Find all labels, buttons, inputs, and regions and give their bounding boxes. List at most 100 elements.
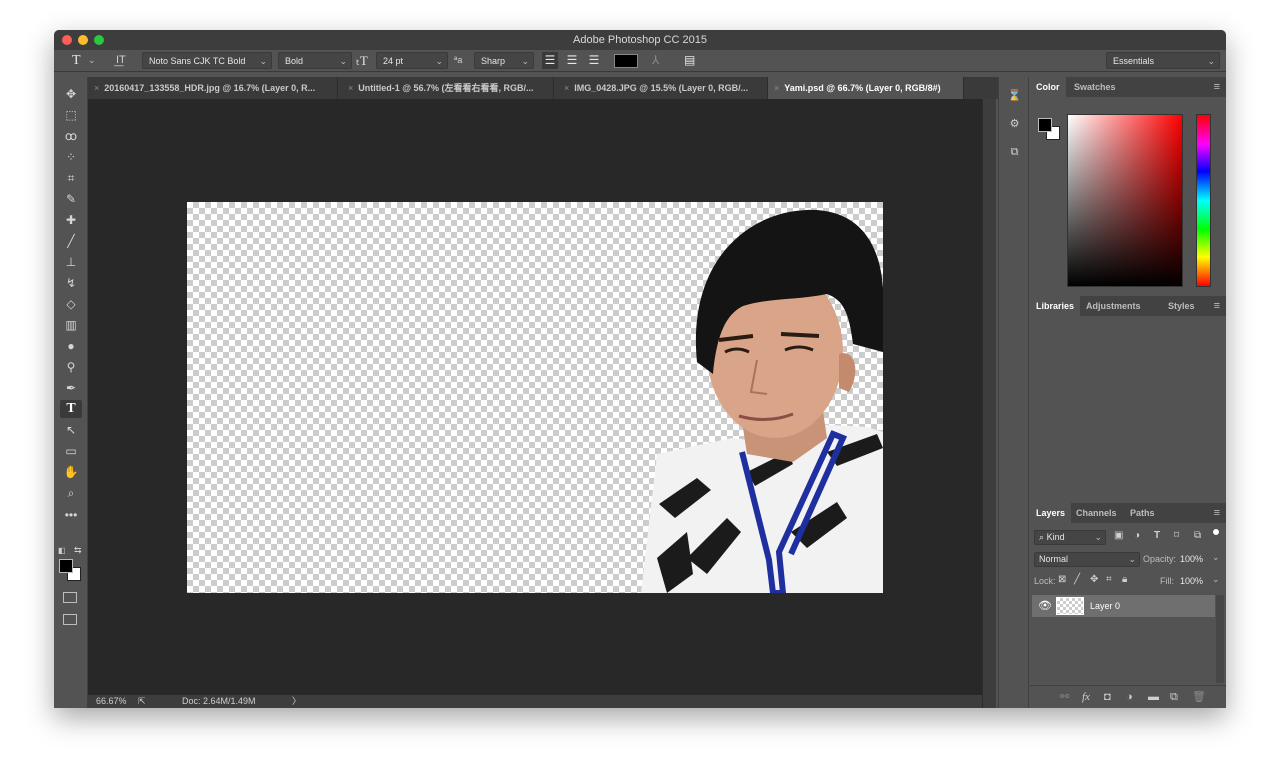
tab-swatches[interactable]: Swatches <box>1068 77 1122 97</box>
font-size-select[interactable]: 24 pt ⌄ <box>376 52 448 69</box>
eye-icon[interactable]: 👁︎ <box>1038 595 1052 617</box>
align-center-button[interactable]: ☰ <box>564 52 580 69</box>
vertical-scrollbar[interactable] <box>982 99 996 708</box>
foreground-color-swatch[interactable] <box>59 559 73 573</box>
tab-styles[interactable]: Styles <box>1162 296 1201 316</box>
document-canvas[interactable] <box>187 202 883 593</box>
lasso-tool[interactable]: ꝏ <box>60 127 82 145</box>
marquee-tool[interactable]: ⬚ <box>60 106 82 124</box>
tab-adjustments[interactable]: Adjustments <box>1080 296 1147 316</box>
panel-menu-icon[interactable]: ≡ <box>1214 77 1220 97</box>
minimize-window-button[interactable] <box>78 35 88 45</box>
font-style-select[interactable]: Bold ⌄ <box>278 52 352 69</box>
color-spectrum-field[interactable] <box>1067 114 1183 287</box>
tab-untitled-1[interactable]: × Untitled-1 @ 56.7% (左看看右看看, RGB/... <box>342 77 554 99</box>
lock-all-icon[interactable]: 🔒︎ <box>1122 574 1127 585</box>
lock-position-icon[interactable]: ✥ <box>1090 574 1098 585</box>
swap-colors-icon[interactable]: ⇆ <box>74 545 82 556</box>
toggle-text-orientation-icon[interactable]: I͟T <box>116 52 126 69</box>
tab-color[interactable]: Color <box>1030 77 1066 97</box>
filter-type-icon[interactable]: T <box>1154 530 1160 541</box>
type-tool[interactable]: T <box>60 400 82 418</box>
rectangle-tool[interactable]: ▭ <box>60 442 82 460</box>
default-colors-icon[interactable]: ◧ <box>58 546 66 555</box>
group-folder-icon[interactable]: ▬ <box>1148 686 1159 708</box>
quick-mask-icon[interactable] <box>63 592 77 603</box>
chevron-down-icon[interactable]: ⌄ <box>1212 574 1220 585</box>
tab-img-0428[interactable]: × IMG_0428.JPG @ 15.5% (Layer 0, RGB/... <box>558 77 768 99</box>
document-workspace[interactable] <box>88 99 982 695</box>
tab-paths[interactable]: Paths <box>1124 503 1161 523</box>
screen-mode-icon[interactable] <box>63 614 77 625</box>
align-right-button[interactable]: ☰ <box>586 52 602 69</box>
move-tool[interactable]: ✥ <box>60 85 82 103</box>
healing-brush-tool[interactable]: ✚ <box>60 211 82 229</box>
tab-yami-psd[interactable]: × Yami.psd @ 66.7% (Layer 0, RGB/8#) <box>768 77 964 99</box>
zoom-window-button[interactable] <box>94 35 104 45</box>
status-menu-arrow[interactable]: 〉 <box>292 695 301 708</box>
zoom-level[interactable]: 66.67% <box>96 695 127 708</box>
warp-text-icon[interactable]: ⅄ <box>652 52 659 69</box>
layer-filter-select[interactable]: ⌕ Kind ⌄ <box>1034 530 1106 545</box>
history-brush-tool[interactable]: ↯ <box>60 274 82 292</box>
brush-tool[interactable]: ╱ <box>60 232 82 250</box>
character-panel-icon[interactable]: ▤ <box>684 52 695 69</box>
close-window-button[interactable] <box>62 35 72 45</box>
hand-tool[interactable]: ✋ <box>60 463 82 481</box>
filter-pixel-icon[interactable]: ▣ <box>1114 530 1123 541</box>
lock-image-icon[interactable]: ╱ <box>1074 574 1080 585</box>
quick-selection-tool[interactable]: ⁘ <box>60 148 82 166</box>
path-selection-tool[interactable]: ↖ <box>60 421 82 439</box>
properties-icon[interactable]: ⚙ <box>1005 115 1024 133</box>
text-color-swatch[interactable] <box>614 54 638 68</box>
eyedropper-tool[interactable]: ✎ <box>60 190 82 208</box>
layer-row[interactable]: 👁︎ Layer 0 <box>1032 595 1215 617</box>
clone-stamp-tool[interactable]: ⊥ <box>60 253 82 271</box>
lock-transparent-icon[interactable]: ⊠ <box>1058 574 1066 585</box>
filter-smart-object-icon[interactable]: ⧉ <box>1194 530 1201 541</box>
tab-libraries[interactable]: Libraries <box>1030 296 1081 316</box>
eraser-tool[interactable]: ◇ <box>60 295 82 313</box>
blend-mode-select[interactable]: Normal ⌄ <box>1034 552 1140 567</box>
tab-channels[interactable]: Channels <box>1070 503 1123 523</box>
anti-alias-select[interactable]: Sharp ⌄ <box>474 52 534 69</box>
trash-icon[interactable]: 🗑︎ <box>1192 686 1206 708</box>
history-icon[interactable]: ⌛ <box>1005 87 1024 105</box>
tool-preset-picker[interactable]: T <box>72 52 81 69</box>
mask-icon[interactable]: ◘ <box>1104 686 1111 708</box>
close-tab-icon[interactable]: × <box>564 83 569 93</box>
filter-shape-icon[interactable]: ⌑ <box>1174 530 1179 541</box>
fx-icon[interactable]: fx <box>1082 686 1090 708</box>
link-icon[interactable]: ⚯ <box>1060 686 1069 708</box>
align-left-button[interactable]: ☰ <box>542 52 558 69</box>
close-tab-icon[interactable]: × <box>774 83 779 93</box>
edit-toolbar[interactable]: ••• <box>60 506 82 524</box>
panel-foreground-color-swatch[interactable] <box>1038 118 1052 132</box>
crop-tool[interactable]: ⌗ <box>60 169 82 187</box>
close-tab-icon[interactable]: × <box>348 83 353 93</box>
font-family-select[interactable]: Noto Sans CJK TC Bold ⌄ <box>142 52 272 69</box>
adjustment-icon[interactable]: ◑ <box>1126 686 1133 708</box>
blur-tool[interactable]: ● <box>60 337 82 355</box>
zoom-tool[interactable]: ⌕ <box>60 484 82 502</box>
dodge-tool[interactable]: ⚲ <box>60 358 82 376</box>
pen-tool[interactable]: ✒ <box>60 379 82 397</box>
export-icon[interactable]: ⇱ <box>138 695 146 708</box>
close-tab-icon[interactable]: × <box>94 83 99 93</box>
tab-layers[interactable]: Layers <box>1030 503 1072 523</box>
opacity-value[interactable]: 100% <box>1180 554 1203 564</box>
fill-value[interactable]: 100% <box>1180 576 1203 586</box>
chevron-down-icon[interactable]: ⌄ <box>1212 552 1220 563</box>
panel-menu-icon[interactable]: ≡ <box>1214 503 1220 523</box>
adjustments-panel-icon[interactable]: ⧉ <box>1005 143 1024 161</box>
hue-slider[interactable] <box>1196 114 1211 287</box>
filter-adjustment-icon[interactable]: ◑ <box>1134 530 1140 541</box>
filter-toggle-icon[interactable] <box>1213 529 1219 535</box>
lock-artboard-icon[interactable]: ⌗ <box>1106 574 1112 585</box>
panel-menu-icon[interactable]: ≡ <box>1214 296 1220 316</box>
workspace-select[interactable]: Essentials ⌄ <box>1106 52 1220 69</box>
gradient-tool[interactable]: ▥ <box>60 316 82 334</box>
new-layer-icon[interactable]: ⧉ <box>1170 686 1178 708</box>
tab-hdr-jpg[interactable]: × 20160417_133558_HDR.jpg @ 16.7% (Layer … <box>88 77 338 99</box>
layers-scrollbar[interactable] <box>1216 595 1224 683</box>
